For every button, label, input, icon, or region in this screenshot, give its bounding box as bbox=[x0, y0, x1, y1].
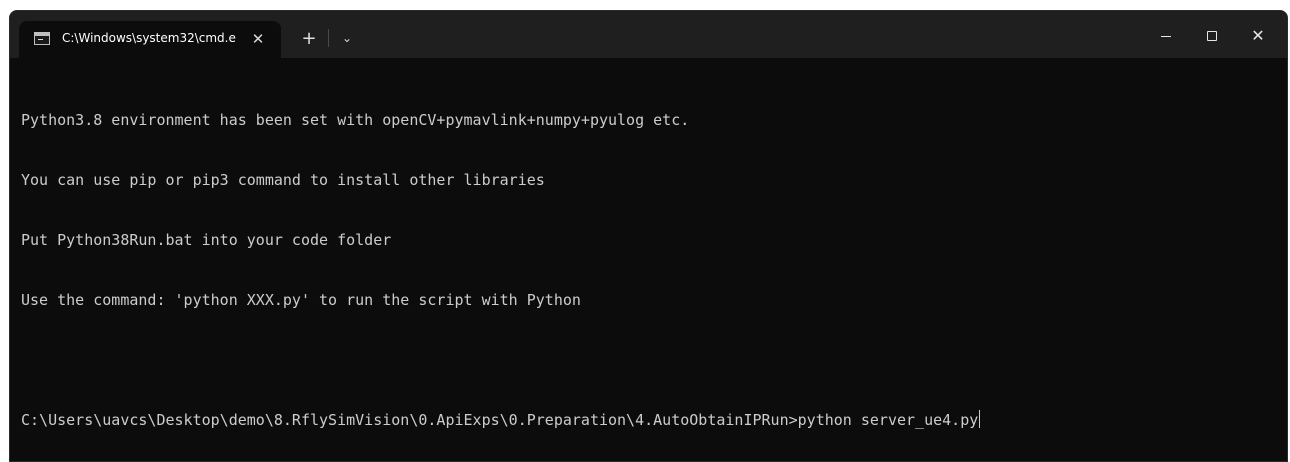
tab-close-button[interactable]: ✕ bbox=[247, 28, 269, 50]
new-tab-button[interactable]: + bbox=[298, 27, 320, 49]
title-bar[interactable]: C:\Windows\system32\cmd.e: ✕ + ⌄ ✕ bbox=[10, 11, 1287, 58]
console-line: Python3.8 environment has been set with … bbox=[21, 111, 690, 129]
console-line: Use the command: 'python XXX.py' to run … bbox=[21, 291, 581, 309]
console-icon bbox=[34, 32, 50, 45]
minimize-button[interactable] bbox=[1143, 21, 1189, 51]
console-line: Put Python38Run.bat into your code folde… bbox=[21, 231, 392, 249]
minimize-icon bbox=[1161, 35, 1171, 37]
maximize-button[interactable] bbox=[1189, 21, 1235, 51]
console-output[interactable]: Python3.8 environment has been set with … bbox=[10, 58, 1287, 461]
tab-dropdown-button[interactable]: ⌄ bbox=[336, 27, 358, 49]
tab-cmd[interactable]: C:\Windows\system32\cmd.e: ✕ bbox=[19, 21, 281, 58]
prompt-line[interactable]: C:\Users\uavcs\Desktop\demo\8.RflySimVis… bbox=[21, 410, 1287, 430]
close-icon: ✕ bbox=[1251, 26, 1265, 45]
tab-divider bbox=[328, 29, 329, 47]
maximize-icon bbox=[1207, 31, 1217, 41]
text-cursor bbox=[979, 410, 981, 428]
terminal-window: C:\Windows\system32\cmd.e: ✕ + ⌄ ✕ Pytho… bbox=[9, 10, 1288, 462]
command-input[interactable]: python server_ue4.py bbox=[798, 411, 979, 429]
prompt-path: C:\Users\uavcs\Desktop\demo\8.RflySimVis… bbox=[21, 411, 798, 429]
tab-title: C:\Windows\system32\cmd.e: bbox=[62, 31, 237, 45]
console-line: You can use pip or pip3 command to insta… bbox=[21, 171, 545, 189]
close-window-button[interactable]: ✕ bbox=[1235, 21, 1281, 51]
